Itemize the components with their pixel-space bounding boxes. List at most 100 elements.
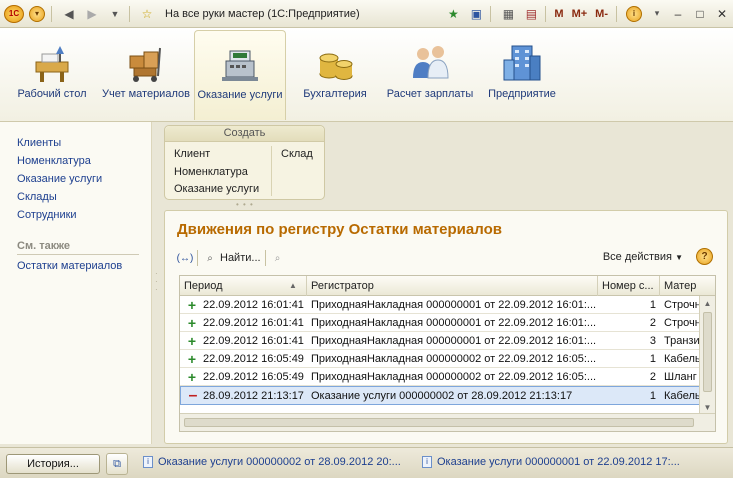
horizontal-scrollbar[interactable] xyxy=(180,413,715,431)
separator xyxy=(264,250,266,266)
info-icon: i xyxy=(626,5,642,22)
info-button[interactable]: i xyxy=(624,4,644,24)
coins-icon xyxy=(313,40,357,84)
section-label: Предприятие xyxy=(488,88,556,100)
table-row[interactable]: + 22.09.2012 16:01:41 ПриходнаяНакладная… xyxy=(180,332,700,350)
open-window-tab[interactable]: i Оказание услуги 000000002 от 28.09.2012… xyxy=(143,456,401,469)
close-button[interactable]: ✕ xyxy=(711,5,733,23)
back-button[interactable]: ◀ xyxy=(59,4,79,24)
vertical-scrollbar[interactable]: ▲ ▼ xyxy=(699,296,715,414)
cell-material: Кабель xyxy=(664,353,700,365)
horizontal-splitter[interactable]: • • • xyxy=(236,200,254,209)
cell-material: Строчн xyxy=(664,299,700,311)
table-row[interactable]: + 22.09.2012 16:05:49 ПриходнаяНакладная… xyxy=(180,350,700,368)
scroll-down-icon[interactable]: ▼ xyxy=(700,403,715,412)
cell-registrar: ПриходнаяНакладная 000000001 от 22.09.20… xyxy=(311,317,596,329)
sort-indicator-icon: ▲ xyxy=(289,281,297,290)
1c-logo-icon[interactable]: 1С xyxy=(4,4,24,23)
section-accounting[interactable]: Бухгалтерия xyxy=(289,30,381,120)
windows-list-button[interactable]: ⧉ xyxy=(106,453,128,475)
all-actions-menu[interactable]: Все действия ▼ xyxy=(603,251,683,263)
table-header: Период ▲ Регистратор Номер с... Матер xyxy=(180,276,715,296)
home-star-icon[interactable]: ★ xyxy=(443,4,463,24)
maximize-button[interactable]: □ xyxy=(689,5,711,23)
separator xyxy=(197,250,198,266)
section-label: Расчет зарплаты xyxy=(386,88,474,100)
bookmark-icon[interactable]: ▣ xyxy=(466,4,486,24)
favorite-star-icon[interactable]: ☆ xyxy=(137,4,157,24)
form-title: Движения по регистру Остатки материалов xyxy=(177,221,502,238)
nav-item-material-balances[interactable]: Остатки материалов xyxy=(17,260,122,272)
info-dropdown-icon[interactable]: ▾ xyxy=(647,4,667,24)
cell-material: Транзи xyxy=(664,335,700,347)
section-services[interactable]: Оказание услуги xyxy=(194,30,286,120)
minimize-button[interactable]: – xyxy=(667,5,689,23)
main-menu-button[interactable]: ▾ xyxy=(27,4,47,24)
create-nomenclature-link[interactable]: Номенклатура xyxy=(174,166,248,178)
create-client-link[interactable]: Клиент xyxy=(174,148,210,160)
scroll-up-icon[interactable]: ▲ xyxy=(700,299,715,308)
history-dropdown-button[interactable]: ▼ xyxy=(105,4,125,24)
create-warehouse-link[interactable]: Склад xyxy=(281,148,313,160)
cell-line-number: 1 xyxy=(649,299,656,311)
nav-item-nomenclature[interactable]: Номенклатура xyxy=(17,155,91,167)
table-row[interactable]: + 22.09.2012 16:01:41 ПриходнаяНакладная… xyxy=(180,314,700,332)
receipt-plus-icon: + xyxy=(187,315,197,331)
see-also-header: См. также xyxy=(17,240,70,252)
table-row[interactable]: + 22.09.2012 16:01:41 ПриходнаяНакладная… xyxy=(180,296,700,314)
scroll-thumb[interactable] xyxy=(703,312,712,392)
vertical-splitter[interactable]: · · · xyxy=(155,270,159,294)
separator xyxy=(129,5,130,22)
cancel-search-icon[interactable]: ⌕ xyxy=(270,250,286,266)
cell-material: Строчн xyxy=(664,317,700,329)
calendar-icon[interactable]: ▤ xyxy=(521,4,541,24)
forward-button[interactable]: ▶ xyxy=(82,4,102,24)
cell-period: 22.09.2012 16:05:49 xyxy=(203,371,304,383)
cell-period: 22.09.2012 16:05:49 xyxy=(203,353,304,365)
nav-item-clients[interactable]: Клиенты xyxy=(17,137,61,149)
section-materials[interactable]: Учет материалов xyxy=(100,30,192,120)
history-button[interactable]: История... xyxy=(6,454,100,474)
section-payroll[interactable]: Расчет зарплаты xyxy=(384,30,476,120)
nav-item-employees[interactable]: Сотрудники xyxy=(17,209,77,221)
scroll-thumb[interactable] xyxy=(184,418,694,427)
expense-minus-icon: – xyxy=(188,387,198,404)
sections-panel: Рабочий стол Учет материалов Оказание ус… xyxy=(0,28,733,122)
section-enterprise[interactable]: Предприятие xyxy=(476,30,568,120)
cash-register-icon xyxy=(218,41,262,85)
create-service-link[interactable]: Оказание услуги xyxy=(174,183,259,195)
column-header-material[interactable]: Матер xyxy=(660,276,701,296)
column-header-period[interactable]: Период ▲ xyxy=(180,276,307,296)
section-label: Бухгалтерия xyxy=(303,88,367,100)
help-button[interactable]: ? xyxy=(696,248,713,265)
create-divider xyxy=(271,146,272,196)
section-desktop[interactable]: Рабочий стол xyxy=(6,30,98,120)
cell-registrar: Оказание услуги 000000002 от 28.09.2012 … xyxy=(311,390,573,402)
memory-button[interactable]: M xyxy=(554,8,563,20)
cell-material: Кабель xyxy=(664,390,700,402)
nav-item-warehouses[interactable]: Склады xyxy=(17,191,57,203)
dimension-toggle-icon[interactable]: (↔) xyxy=(177,250,194,266)
cell-line-number: 2 xyxy=(649,317,656,329)
create-panel: Создать Клиент Номенклатура Оказание усл… xyxy=(164,125,325,200)
cell-registrar: ПриходнаяНакладная 000000001 от 22.09.20… xyxy=(311,299,596,311)
find-button[interactable]: Найти... xyxy=(220,252,261,264)
document-icon: i xyxy=(422,456,432,469)
column-header-line-number[interactable]: Номер с... xyxy=(598,276,660,296)
movements-table[interactable]: Период ▲ Регистратор Номер с... Матер + … xyxy=(179,275,716,432)
search-icon[interactable]: ⌕ xyxy=(202,250,218,266)
cell-period: 22.09.2012 16:01:41 xyxy=(203,335,304,347)
table-row[interactable]: + 22.09.2012 16:05:49 ПриходнаяНакладная… xyxy=(180,368,700,386)
cell-line-number: 1 xyxy=(649,353,656,365)
table-row-selected[interactable]: – 28.09.2012 21:13:17 Оказание услуги 00… xyxy=(180,386,700,405)
calculator-icon[interactable]: ▦ xyxy=(498,4,518,24)
nav-item-services[interactable]: Оказание услуги xyxy=(17,173,102,185)
section-label: Оказание услуги xyxy=(197,89,283,101)
cell-period: 22.09.2012 16:01:41 xyxy=(203,299,304,311)
title-bar: 1С ▾ ◀ ▶ ▼ ☆ На все руки мастер (1С:Пред… xyxy=(0,0,733,28)
memory-plus-button[interactable]: M+ xyxy=(572,8,588,20)
open-window-tab[interactable]: i Оказание услуги 000000001 от 22.09.2012… xyxy=(422,456,680,469)
memory-minus-button[interactable]: M- xyxy=(595,8,608,20)
column-header-registrar[interactable]: Регистратор xyxy=(307,276,598,296)
window-title: На все руки мастер (1С:Предприятие) xyxy=(165,7,360,20)
